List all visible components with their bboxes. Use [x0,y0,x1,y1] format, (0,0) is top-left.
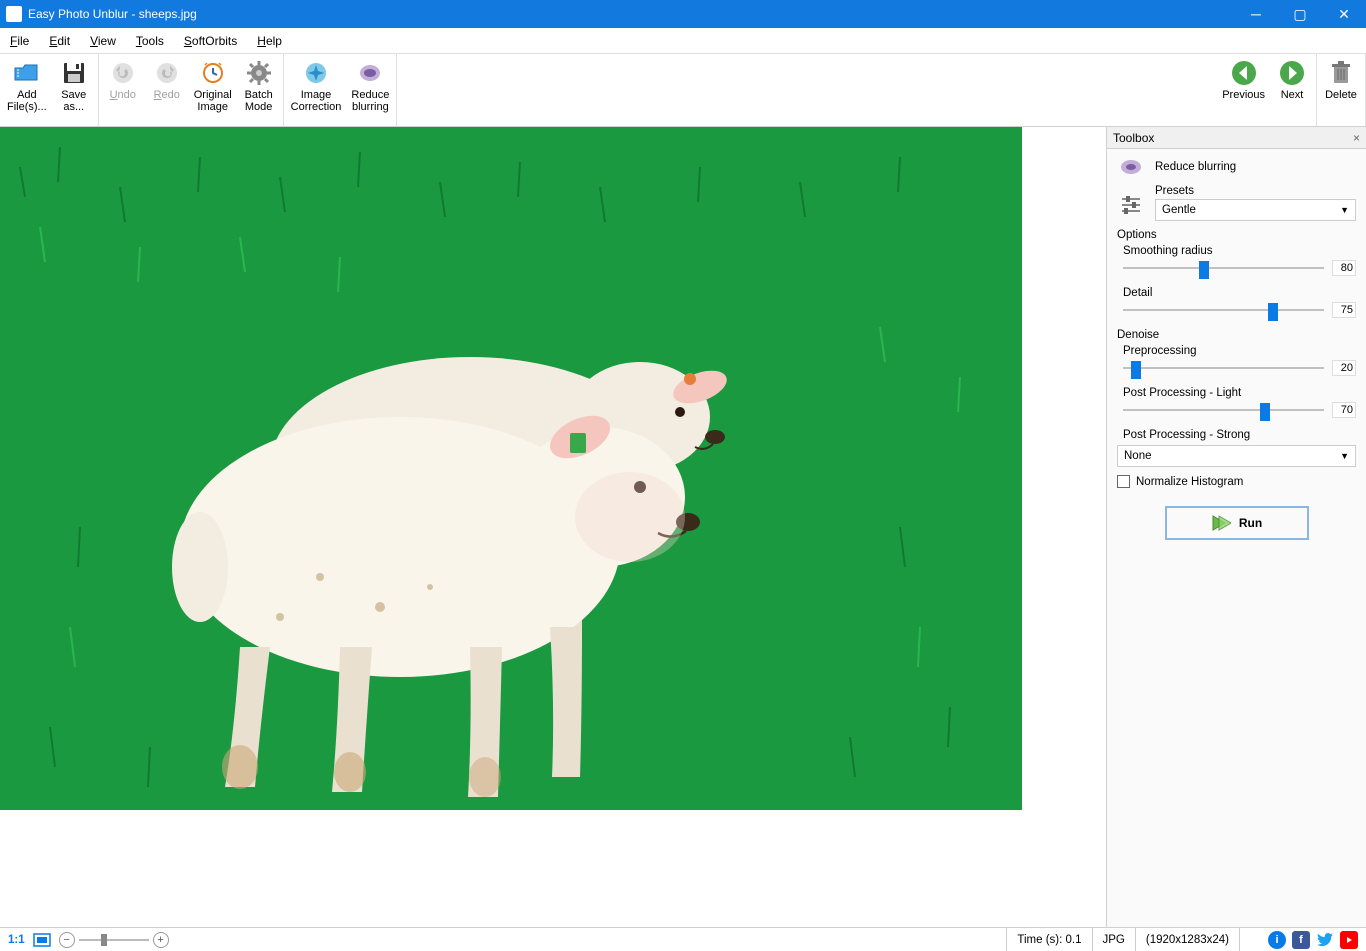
delete-button[interactable]: Delete [1319,54,1363,126]
blur-icon [1117,157,1145,177]
previous-button[interactable]: Previous [1217,54,1270,126]
zoom-slider[interactable] [79,939,149,941]
next-label: Next [1281,89,1304,101]
image-correction-button[interactable]: Image Correction [286,54,347,126]
save-as-label: Save as... [61,89,86,113]
smoothing-radius-slider[interactable] [1123,259,1324,277]
reduce-blurring-label: Reduce blurring [351,89,389,113]
redo-button[interactable]: Redo [145,54,189,126]
youtube-icon[interactable] [1340,931,1358,949]
smoothing-radius-value[interactable]: 80 [1332,260,1356,276]
post-strong-value: None [1124,450,1152,462]
close-button[interactable]: ✕ [1322,0,1366,28]
titlebar: Easy Photo Unblur - sheeps.jpg ─ ▢ ✕ [0,0,1366,28]
post-light-value[interactable]: 70 [1332,402,1356,418]
status-dimensions: (1920x1283x24) [1135,928,1239,951]
previous-label: Previous [1222,89,1265,101]
detail-label: Detail [1117,287,1356,299]
menu-tools[interactable]: Tools [126,28,174,54]
presets-value: Gentle [1162,204,1196,216]
statusbar: 1:1 − + Time (s): 0.1 JPG (1920x1283x24)… [0,927,1366,951]
chevron-down-icon: ▼ [1340,451,1349,461]
toolbox-panel: Toolbox × Reduce blurring Presets Gentle… [1106,127,1366,927]
maximize-button[interactable]: ▢ [1278,0,1322,28]
window-title: Easy Photo Unblur - sheeps.jpg [28,7,1234,21]
blur-icon [356,59,384,87]
add-files-button[interactable]: Add File(s)... [2,54,52,126]
post-light-slider[interactable] [1123,401,1324,419]
run-button[interactable]: Run [1165,506,1309,540]
undo-icon [109,59,137,87]
toolbox-mode-label: Reduce blurring [1155,161,1236,173]
twitter-icon[interactable] [1316,931,1334,949]
run-label: Run [1239,516,1262,530]
image-view[interactable] [0,127,1022,810]
presets-label: Presets [1155,185,1356,197]
options-label: Options [1117,229,1356,241]
detail-slider[interactable] [1123,301,1324,319]
minimize-button[interactable]: ─ [1234,0,1278,28]
toolbox-close-icon[interactable]: × [1353,131,1360,145]
facebook-icon[interactable]: f [1292,931,1310,949]
zoom-ratio-label[interactable]: 1:1 [8,934,25,946]
arrow-left-icon [1230,59,1258,87]
post-strong-dropdown[interactable]: None ▼ [1117,445,1356,467]
zoom-in-button[interactable]: + [153,932,169,948]
menu-edit[interactable]: Edit [39,28,80,54]
canvas-area [0,127,1106,927]
post-light-label: Post Processing - Light [1117,387,1356,399]
original-image-button[interactable]: Original Image [189,54,237,126]
preprocessing-value[interactable]: 20 [1332,360,1356,376]
status-time: Time (s): 0.1 [1006,928,1091,951]
fit-screen-icon[interactable] [33,933,51,947]
sliders-icon [1117,195,1145,215]
main-area: Toolbox × Reduce blurring Presets Gentle… [0,127,1366,927]
folder-icon [13,59,41,87]
undo-label: Undo [110,89,136,101]
arrow-right-icon [1278,59,1306,87]
smoothing-radius-label: Smoothing radius [1117,245,1356,257]
play-icon [1211,514,1231,532]
original-image-label: Original Image [194,89,232,113]
post-strong-label: Post Processing - Strong [1117,429,1356,441]
app-icon [6,6,22,22]
toolbox-title: Toolbox [1113,131,1154,145]
menu-file[interactable]: File [0,28,39,54]
save-icon [60,59,88,87]
preprocessing-slider[interactable] [1123,359,1324,377]
redo-icon [153,59,181,87]
status-format: JPG [1092,928,1135,951]
zoom-out-button[interactable]: − [59,932,75,948]
next-button[interactable]: Next [1270,54,1314,126]
clock-icon [199,59,227,87]
gear-icon [245,59,273,87]
menu-view[interactable]: View [80,28,126,54]
menu-softorbits[interactable]: SoftOrbits [174,28,247,54]
toolbox-header: Toolbox × [1107,127,1366,149]
image-correction-label: Image Correction [291,89,342,113]
add-files-label: Add File(s)... [7,89,47,113]
sparkle-icon [302,59,330,87]
delete-label: Delete [1325,89,1357,101]
save-as-button[interactable]: Save as... [52,54,96,126]
menu-help[interactable]: Help [247,28,292,54]
chevron-down-icon: ▼ [1340,205,1349,215]
preprocessing-label: Preprocessing [1117,345,1356,357]
batch-mode-label: Batch Mode [245,89,273,113]
detail-value[interactable]: 75 [1332,302,1356,318]
normalize-histogram-checkbox[interactable] [1117,475,1130,488]
reduce-blurring-button[interactable]: Reduce blurring [346,54,394,126]
trash-icon [1327,59,1355,87]
presets-dropdown[interactable]: Gentle ▼ [1155,199,1356,221]
normalize-histogram-label: Normalize Histogram [1136,476,1243,488]
undo-button[interactable]: Undo [101,54,145,126]
batch-mode-button[interactable]: Batch Mode [237,54,281,126]
toolbar: Add File(s)... Save as... Undo Redo Or [0,54,1366,127]
info-icon[interactable]: i [1268,931,1286,949]
menubar: File Edit View Tools SoftOrbits Help [0,28,1366,54]
redo-label: Redo [154,89,180,101]
denoise-label: Denoise [1117,329,1356,341]
